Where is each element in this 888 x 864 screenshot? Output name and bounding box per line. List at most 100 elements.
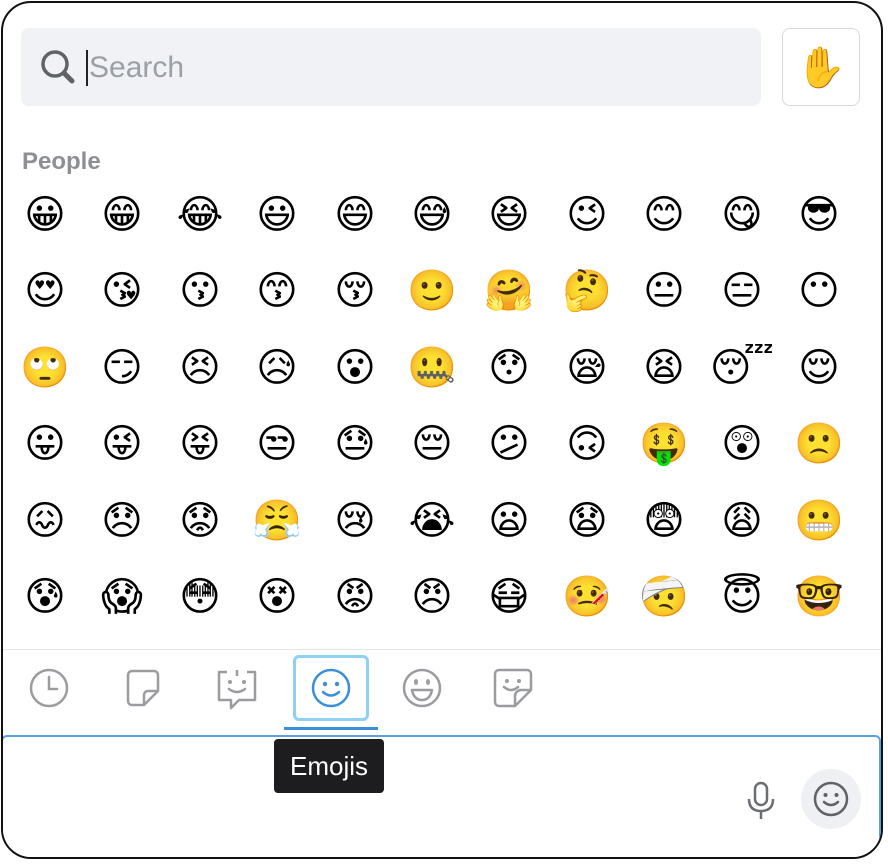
- tab-faces[interactable]: [384, 655, 460, 721]
- emoji-cell[interactable]: 😓: [317, 406, 393, 482]
- emoji-cell[interactable]: 😣: [162, 330, 238, 406]
- emoji-cell[interactable]: 😕: [471, 406, 547, 482]
- microphone-icon[interactable]: [743, 781, 779, 821]
- tab-emojis[interactable]: [293, 655, 369, 721]
- emoji-glyph: 😘: [101, 268, 143, 314]
- emoji-cell[interactable]: 😦: [471, 483, 547, 559]
- emoji-cell[interactable]: 😥: [239, 330, 315, 406]
- emoji-cell[interactable]: 😰: [7, 559, 83, 635]
- emoji-cell[interactable]: 😡: [317, 559, 393, 635]
- emoji-cell[interactable]: 😮: [317, 330, 393, 406]
- emoji-cell[interactable]: 😲: [704, 406, 780, 482]
- tab-recent[interactable]: [11, 655, 87, 721]
- emoji-glyph: 😉: [566, 192, 608, 238]
- emoji-cell[interactable]: 😐: [626, 253, 702, 329]
- emoji-cell[interactable]: 😅: [394, 177, 470, 253]
- search-bar[interactable]: [21, 28, 761, 106]
- emoji-glyph: 😯: [488, 345, 530, 391]
- emoji-cell[interactable]: 😱: [84, 559, 160, 635]
- emoji-cell[interactable]: 😴: [704, 330, 780, 406]
- emoji-glyph: 🙄: [20, 345, 70, 391]
- emoji-cell[interactable]: 😌: [781, 330, 857, 406]
- emoji-cell[interactable]: 😫: [626, 330, 702, 406]
- emoji-cell[interactable]: 😔: [394, 406, 470, 482]
- emoji-cell[interactable]: 😏: [84, 330, 160, 406]
- search-input[interactable]: [87, 42, 691, 94]
- skin-tone-button[interactable]: ✋: [782, 28, 860, 106]
- emoji-glyph: 😠: [411, 574, 453, 620]
- emoji-cell[interactable]: 😧: [549, 483, 625, 559]
- emoji-glyph: 😩: [721, 498, 763, 544]
- emoji-cell[interactable]: 😭: [394, 483, 470, 559]
- emoji-glyph: 😒: [256, 421, 298, 467]
- emoji-glyph: 😵: [256, 574, 298, 620]
- emoji-cell[interactable]: 😑: [704, 253, 780, 329]
- emoji-cell[interactable]: 😟: [162, 483, 238, 559]
- emoji-cell[interactable]: 🙁: [781, 406, 857, 482]
- emoji-cell[interactable]: 🙂: [394, 253, 470, 329]
- tab-stickers-2[interactable]: [199, 655, 275, 721]
- emoji-cell[interactable]: 😃: [239, 177, 315, 253]
- emoji-glyph: 😧: [566, 498, 608, 544]
- emoji-cell[interactable]: 🤓: [781, 559, 857, 635]
- emoji-cell[interactable]: 😗: [162, 253, 238, 329]
- emoji-glyph: 😛: [24, 421, 66, 467]
- emoji-cell[interactable]: 😶: [781, 253, 857, 329]
- emoji-cell[interactable]: 😖: [7, 483, 83, 559]
- emoji-cell[interactable]: 😂: [162, 177, 238, 253]
- emoji-cell[interactable]: 😀: [7, 177, 83, 253]
- tab-stickers-3[interactable]: [475, 655, 551, 721]
- emoji-glyph: 🤕: [639, 574, 689, 620]
- emoji-cell[interactable]: 😎: [781, 177, 857, 253]
- emoji-cell[interactable]: 😋: [704, 177, 780, 253]
- emoji-cell[interactable]: 😇: [704, 559, 780, 635]
- emoji-glyph: 😇: [721, 574, 763, 620]
- emoji-glyph: 😡: [334, 574, 376, 620]
- emoji-cell[interactable]: 😢: [317, 483, 393, 559]
- emoji-cell[interactable]: 🤔: [549, 253, 625, 329]
- emoji-cell[interactable]: 😞: [84, 483, 160, 559]
- emoji-cell[interactable]: 🤒: [549, 559, 625, 635]
- emoji-cell[interactable]: 🙃: [549, 406, 625, 482]
- emoji-cell[interactable]: 😠: [394, 559, 470, 635]
- emoji-cell[interactable]: 🤐: [394, 330, 470, 406]
- emoji-cell[interactable]: 😚: [317, 253, 393, 329]
- emoji-glyph: 🤓: [794, 574, 844, 620]
- emoji-cell[interactable]: 😨: [626, 483, 702, 559]
- emoji-cell[interactable]: 🤕: [626, 559, 702, 635]
- emoji-cell[interactable]: 😁: [84, 177, 160, 253]
- emoji-glyph: 😶: [798, 268, 840, 314]
- emoji-glyph: 😆: [488, 192, 530, 238]
- emoji-cell[interactable]: 😷: [471, 559, 547, 635]
- emoji-cell[interactable]: 🙄: [7, 330, 83, 406]
- emoji-cell[interactable]: 😳: [162, 559, 238, 635]
- emoji-cell[interactable]: 😵: [239, 559, 315, 635]
- emoji-cell[interactable]: 😘: [84, 253, 160, 329]
- emoji-glyph: 😥: [256, 345, 298, 391]
- emoji-cell[interactable]: 😒: [239, 406, 315, 482]
- emoji-cell[interactable]: 😩: [704, 483, 780, 559]
- emoji-cell[interactable]: 😄: [317, 177, 393, 253]
- emoji-cell[interactable]: 😛: [7, 406, 83, 482]
- tab-stickers-1[interactable]: [105, 655, 181, 721]
- emoji-glyph: 😖: [24, 498, 66, 544]
- emoji-button[interactable]: [801, 769, 861, 829]
- emoji-glyph: 🤔: [562, 268, 612, 314]
- emoji-cell[interactable]: 😊: [626, 177, 702, 253]
- emoji-cell[interactable]: 😙: [239, 253, 315, 329]
- emoji-glyph: 😀: [24, 192, 66, 238]
- emoji-cell[interactable]: 😯: [471, 330, 547, 406]
- emoji-glyph: 😤: [252, 498, 302, 544]
- emoji-cell[interactable]: 😉: [549, 177, 625, 253]
- emoji-glyph: 🤐: [407, 345, 457, 391]
- emoji-cell[interactable]: 😪: [549, 330, 625, 406]
- emoji-cell[interactable]: 🤗: [471, 253, 547, 329]
- emoji-cell[interactable]: 😬: [781, 483, 857, 559]
- emoji-cell[interactable]: 😆: [471, 177, 547, 253]
- emoji-cell[interactable]: 😍: [7, 253, 83, 329]
- emoji-cell[interactable]: 🤑: [626, 406, 702, 482]
- emoji-cell[interactable]: 😜: [84, 406, 160, 482]
- emoji-cell[interactable]: 😝: [162, 406, 238, 482]
- emoji-cell[interactable]: 😤: [239, 483, 315, 559]
- emoji-glyph: 😂: [176, 192, 224, 238]
